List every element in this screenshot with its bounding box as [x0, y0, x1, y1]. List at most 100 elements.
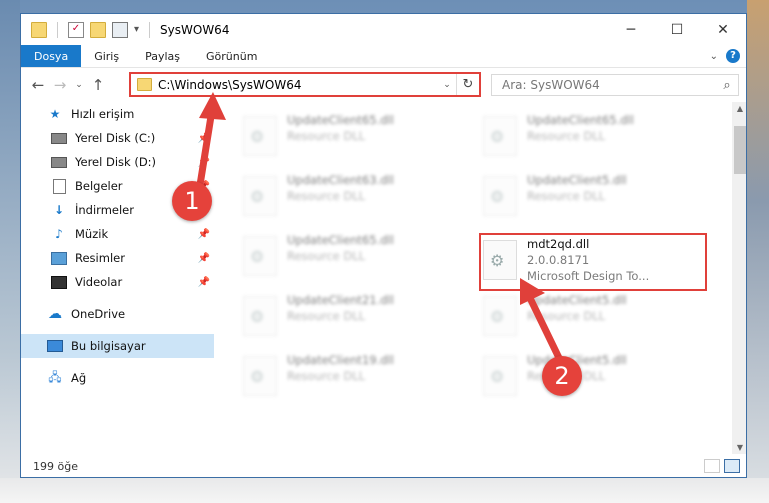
toolbar-separator — [149, 21, 151, 38]
details-view-icon[interactable] — [704, 459, 720, 473]
sidebar-item-label: Belgeler — [75, 179, 123, 193]
refresh-icon[interactable]: ↻ — [456, 74, 479, 95]
documents-icon — [51, 178, 67, 194]
ribbon-controls: ⌄ ? — [710, 45, 746, 67]
scroll-down-arrow-icon[interactable]: ▼ — [732, 443, 746, 452]
sidebar-item-disk-c[interactable]: Yerel Disk (C:) 📌 — [21, 126, 214, 150]
address-path[interactable]: C:\Windows\SysWOW64 — [158, 78, 438, 92]
up-arrow-icon[interactable]: ↑ — [87, 76, 109, 94]
desktop-background-left — [0, 0, 20, 503]
expand-ribbon-chevron-icon[interactable]: ⌄ — [710, 51, 718, 62]
sidebar-item-network[interactable]: 🖧 Ağ — [21, 366, 214, 390]
desktop-background-right — [747, 0, 769, 503]
dll-file-icon: ⚙ — [243, 116, 277, 156]
quick-access-toolbar: ✓ ▾ — [21, 21, 154, 38]
sidebar-item-label: Müzik — [75, 227, 109, 241]
sidebar-item-muzik[interactable]: ♪ Müzik 📌 — [21, 222, 214, 246]
list-item[interactable]: ⚙ UpdateClient5.dllResource DLL — [483, 292, 713, 346]
sidebar-item-resimler[interactable]: Resimler 📌 — [21, 246, 214, 270]
search-box[interactable]: Ara: SysWOW64 ⌕ — [491, 74, 739, 96]
annotation-badge-1: 1 — [172, 181, 212, 221]
drive-icon — [51, 155, 67, 169]
title-bar: ✓ ▾ SysWOW64 ─ ☐ ✕ — [21, 14, 746, 45]
help-icon[interactable]: ? — [726, 49, 740, 63]
dll-file-icon: ⚙ — [483, 116, 517, 156]
pin-icon: 📌 — [197, 132, 210, 144]
view-properties-icon[interactable] — [112, 21, 128, 38]
list-item[interactable]: ⚙ UpdateClient65.dll Resource DLL — [243, 112, 473, 166]
pictures-icon — [51, 251, 67, 265]
search-icon[interactable]: ⌕ — [716, 78, 738, 93]
pin-icon: 📌 — [197, 252, 210, 264]
music-icon: ♪ — [55, 227, 63, 241]
maximize-button[interactable]: ☐ — [654, 14, 700, 45]
sidebar-item-label: Yerel Disk (D:) — [75, 155, 157, 169]
address-bar[interactable]: C:\Windows\SysWOW64 ⌄ ↻ — [129, 72, 481, 97]
forward-arrow-icon[interactable]: → — [49, 76, 71, 94]
dll-file-icon: ⚙ — [243, 176, 277, 216]
list-item[interactable]: ⚙ UpdateClient65.dll Resource DLL — [243, 232, 473, 286]
list-item[interactable]: ⚙ UpdateClient5.dllResource DLL — [483, 352, 713, 406]
onedrive-icon: ☁ — [48, 306, 62, 322]
minimize-button[interactable]: ─ — [608, 14, 654, 45]
downloads-icon: ↓ — [53, 203, 65, 217]
customize-toolbar-chevron-icon[interactable]: ▾ — [134, 24, 139, 35]
tab-giris[interactable]: Giriş — [81, 45, 132, 67]
list-item[interactable]: ⚙ UpdateClient63.dll Resource DLL — [243, 172, 473, 226]
computer-icon — [47, 339, 63, 353]
list-item[interactable]: ⚙ UpdateClient65.dll Resource DLL — [483, 112, 713, 166]
list-item[interactable]: ⚙ UpdateClient5.dllResource DLL — [483, 172, 713, 226]
sidebar-item-label: OneDrive — [71, 307, 126, 321]
sidebar-item-label: Bu bilgisayar — [71, 339, 146, 353]
view-switcher — [704, 459, 746, 473]
scroll-up-arrow-icon[interactable]: ▲ — [732, 104, 746, 113]
sidebar-item-label: İndirmeler — [75, 203, 134, 217]
sidebar-item-label: Videolar — [75, 275, 123, 289]
close-button[interactable]: ✕ — [700, 14, 746, 45]
file-highlight-box — [479, 233, 707, 291]
star-icon: ★ — [49, 107, 61, 121]
properties-check-icon[interactable]: ✓ — [68, 21, 84, 38]
sidebar-item-label: Resimler — [75, 251, 125, 265]
explorer-window: ✓ ▾ SysWOW64 ─ ☐ ✕ Dosya Giriş Paylaş Gö… — [20, 13, 747, 478]
sidebar-item-onedrive[interactable]: ☁ OneDrive — [21, 302, 214, 326]
tiles-view-icon[interactable] — [724, 459, 740, 473]
status-bar: 199 öğe — [21, 454, 746, 477]
item-count: 199 öğe — [33, 459, 78, 473]
sidebar-item-quick-access[interactable]: ★ Hızlı erişim — [21, 102, 214, 126]
window-controls: ─ ☐ ✕ — [608, 14, 746, 45]
sidebar-item-videolar[interactable]: Videolar 📌 — [21, 270, 214, 294]
desktop-background-bottom — [0, 478, 769, 503]
folder-icon — [137, 78, 152, 91]
tab-dosya[interactable]: Dosya — [21, 45, 82, 67]
window-title: SysWOW64 — [160, 22, 230, 37]
toolbar-separator — [57, 21, 58, 38]
back-arrow-icon[interactable]: ← — [27, 76, 49, 94]
list-item[interactable]: ⚙ UpdateClient19.dll Resource DLL — [243, 352, 473, 406]
address-dropdown-chevron-icon[interactable]: ⌄ — [438, 80, 456, 90]
navigation-bar: ← → ⌄ ↑ C:\Windows\SysWOW64 ⌄ ↻ Ara: Sys… — [21, 68, 746, 102]
dll-file-icon: ⚙ — [243, 356, 277, 396]
dll-file-icon: ⚙ — [243, 236, 277, 276]
dll-file-icon: ⚙ — [483, 176, 517, 216]
pin-icon: 📌 — [197, 228, 210, 240]
sidebar-item-disk-d[interactable]: Yerel Disk (D:) 📌 — [21, 150, 214, 174]
sidebar-item-this-pc[interactable]: Bu bilgisayar — [21, 334, 214, 358]
vertical-scrollbar[interactable]: ▲ ▼ — [732, 102, 746, 454]
new-folder-icon[interactable] — [90, 21, 106, 38]
list-item[interactable]: ⚙ UpdateClient21.dll Resource DLL — [243, 292, 473, 346]
drive-icon — [51, 131, 67, 145]
tab-paylas[interactable]: Paylaş — [132, 45, 193, 67]
folder-icon[interactable] — [31, 21, 47, 38]
pin-icon: 📌 — [197, 276, 210, 288]
network-icon: 🖧 — [48, 369, 62, 384]
sidebar-item-label: Yerel Disk (C:) — [75, 131, 156, 145]
recent-locations-chevron-icon[interactable]: ⌄ — [71, 80, 87, 90]
search-input[interactable]: Ara: SysWOW64 — [492, 78, 716, 92]
scrollbar-thumb[interactable] — [734, 126, 746, 174]
sidebar-item-label: Ağ — [71, 371, 87, 385]
tab-gorunum[interactable]: Görünüm — [193, 45, 270, 67]
annotation-badge-2: 2 — [542, 356, 582, 396]
videos-icon — [51, 275, 67, 289]
sidebar-item-label: Hızlı erişim — [71, 107, 135, 121]
